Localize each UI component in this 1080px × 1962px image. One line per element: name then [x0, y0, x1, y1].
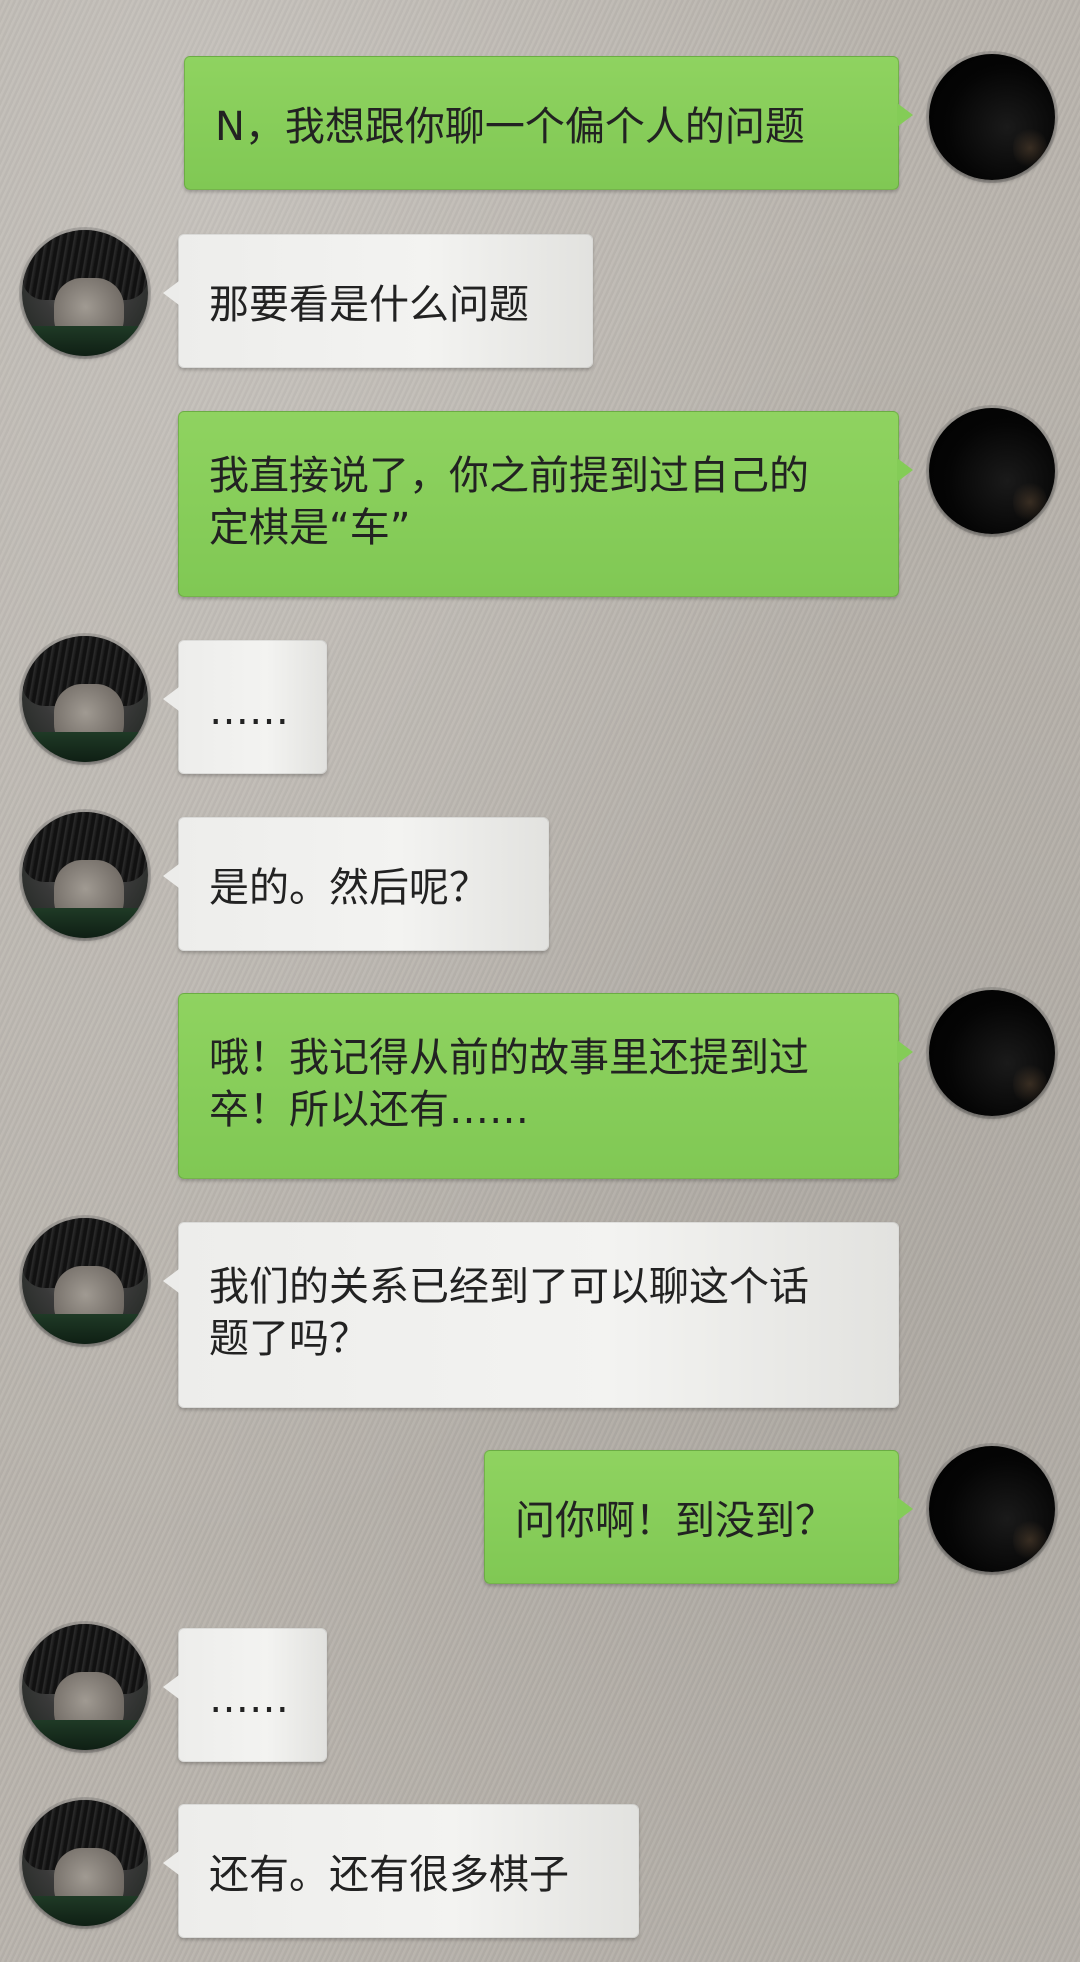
message-bubble-other[interactable]: ……	[163, 640, 327, 774]
contact-avatar[interactable]	[22, 1800, 148, 1926]
message-bubble-self[interactable]: N，我想跟你聊一个偏个人的问题	[184, 56, 913, 190]
message-bubble-other[interactable]: 是的。然后呢？	[163, 817, 549, 951]
contact-avatar[interactable]	[22, 636, 148, 762]
self-avatar[interactable]	[929, 54, 1055, 180]
message-bubble-other[interactable]: ……	[163, 1628, 327, 1762]
contact-avatar[interactable]	[22, 812, 148, 938]
message-bubble-self[interactable]: 我直接说了，你之前提到过自己的 定棋是“车”	[178, 411, 913, 597]
contact-avatar[interactable]	[22, 1218, 148, 1344]
contact-avatar[interactable]	[22, 230, 148, 356]
message-bubble-self[interactable]: 哦！我记得从前的故事里还提到过 卒！所以还有……	[178, 993, 913, 1179]
self-avatar[interactable]	[929, 990, 1055, 1116]
self-avatar[interactable]	[929, 408, 1055, 534]
message-bubble-self[interactable]: 问你啊！到没到？	[484, 1450, 913, 1584]
contact-avatar[interactable]	[22, 1624, 148, 1750]
message-bubble-other[interactable]: 还有。还有很多棋子	[163, 1804, 639, 1938]
message-bubble-other[interactable]: 那要看是什么问题	[163, 234, 593, 368]
message-bubble-other[interactable]: 我们的关系已经到了可以聊这个话 题了吗？	[163, 1222, 899, 1408]
self-avatar[interactable]	[929, 1446, 1055, 1572]
